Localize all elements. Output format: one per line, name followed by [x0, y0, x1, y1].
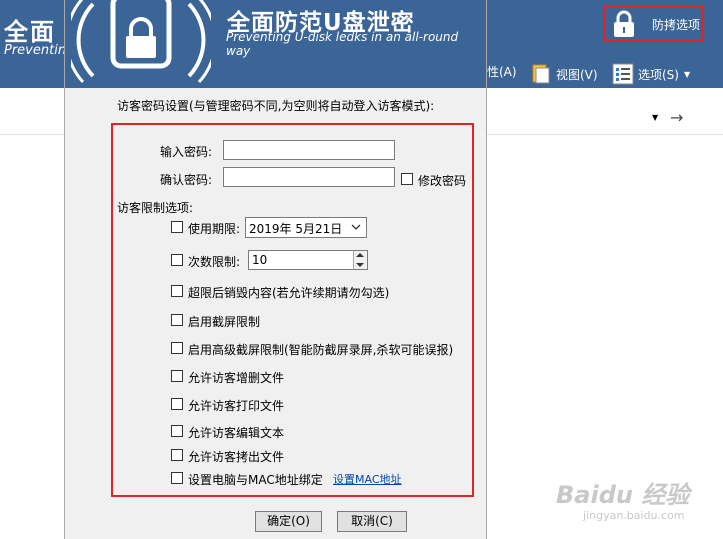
ok-button[interactable]: 确定(O)	[255, 511, 322, 532]
expiry-date-picker[interactable]: 2019年 5月21日	[245, 217, 367, 238]
stepper-buttons[interactable]	[353, 251, 367, 269]
view-icon	[532, 64, 550, 84]
option-label-copy-out: 允许访客拷出文件	[188, 450, 285, 464]
options-list-icon	[612, 63, 634, 85]
dialog-banner: 全面防范U盘泄密 Preventing U-disk ledks in an a…	[65, 0, 486, 88]
option-label-screenshot: 启用截屏限制	[188, 315, 261, 329]
password-input[interactable]	[223, 140, 395, 160]
lock-icon[interactable]	[612, 10, 636, 38]
mac-binding-checkbox[interactable]	[171, 472, 183, 484]
count-limit-value: 10	[252, 253, 268, 267]
cancel-button[interactable]: 取消(C)	[337, 511, 407, 532]
increment-arrow-icon[interactable]	[356, 253, 364, 257]
baidu-watermark: Baidu 经验	[556, 481, 690, 509]
instruction-text: 访客密码设置(与管理密码不同,为空则将自动登入访客模式):	[117, 99, 435, 113]
view-menu[interactable]: 视图(V)	[530, 63, 598, 85]
forward-arrow-icon[interactable]: →	[670, 108, 683, 127]
option-checkbox[interactable]	[171, 398, 183, 410]
options-label: 选项(S)	[638, 67, 679, 82]
confirm-password-label: 确认密码:	[160, 173, 213, 187]
chevron-down-icon: ▼	[683, 69, 691, 79]
option-checkbox[interactable]	[171, 370, 183, 382]
set-mac-address-link[interactable]: 设置MAC地址	[333, 471, 402, 487]
change-password-checkbox[interactable]	[401, 173, 413, 185]
options-heading: 访客限制选项:	[117, 201, 194, 215]
guest-password-dialog: 全面防范U盘泄密 Preventing U-disk ledks in an a…	[64, 0, 487, 539]
options-menu[interactable]: 选项(S) ▼	[612, 63, 690, 85]
option-checkbox[interactable]	[171, 342, 183, 354]
option-label-print: 允许访客打印文件	[188, 399, 285, 413]
decrement-arrow-icon[interactable]	[356, 263, 364, 267]
banner-subtitle: Preventing U-disk ledks in an all-round …	[226, 30, 459, 58]
view-label: 视图(V)	[556, 67, 598, 82]
count-limit-checkbox[interactable]	[171, 254, 183, 266]
dropdown-arrow-icon[interactable]: ▼	[652, 113, 658, 122]
expiry-label: 使用期限:	[188, 222, 241, 236]
option-label-add-delete: 允许访客增删文件	[188, 371, 285, 385]
usb-lock-logo-icon	[71, 0, 211, 84]
app-title: 全面	[4, 18, 56, 46]
properties-label: 性(A)	[487, 65, 517, 79]
option-label-edit: 允许访客编辑文本	[188, 426, 285, 440]
option-checkbox[interactable]	[171, 425, 183, 437]
password-label: 输入密码:	[160, 145, 213, 159]
change-password-label: 修改密码	[418, 174, 467, 188]
option-checkbox[interactable]	[171, 285, 183, 297]
expiry-checkbox[interactable]	[171, 221, 183, 233]
option-checkbox[interactable]	[171, 314, 183, 326]
properties-menu[interactable]: 性(A)	[487, 63, 517, 80]
option-label-destroy: 超限后销毁内容(若允许续期请勿勾选)	[188, 286, 390, 300]
chevron-down-icon[interactable]	[350, 220, 362, 234]
watermark-url: jingyan.baidu.com	[583, 509, 685, 522]
mac-binding-label: 设置电脑与MAC地址绑定	[188, 473, 323, 487]
count-limit-label: 次数限制:	[188, 255, 241, 269]
option-label-advanced-screenshot: 启用高级截屏限制(智能防截屏录屏,杀软可能误报)	[188, 343, 454, 357]
confirm-password-input[interactable]	[223, 167, 395, 187]
count-limit-stepper[interactable]: 10	[248, 250, 368, 270]
expiry-date-value: 2019年 5月21日	[249, 222, 343, 236]
guard-options-button[interactable]: 防拷选项	[652, 16, 700, 33]
option-checkbox[interactable]	[171, 449, 183, 461]
